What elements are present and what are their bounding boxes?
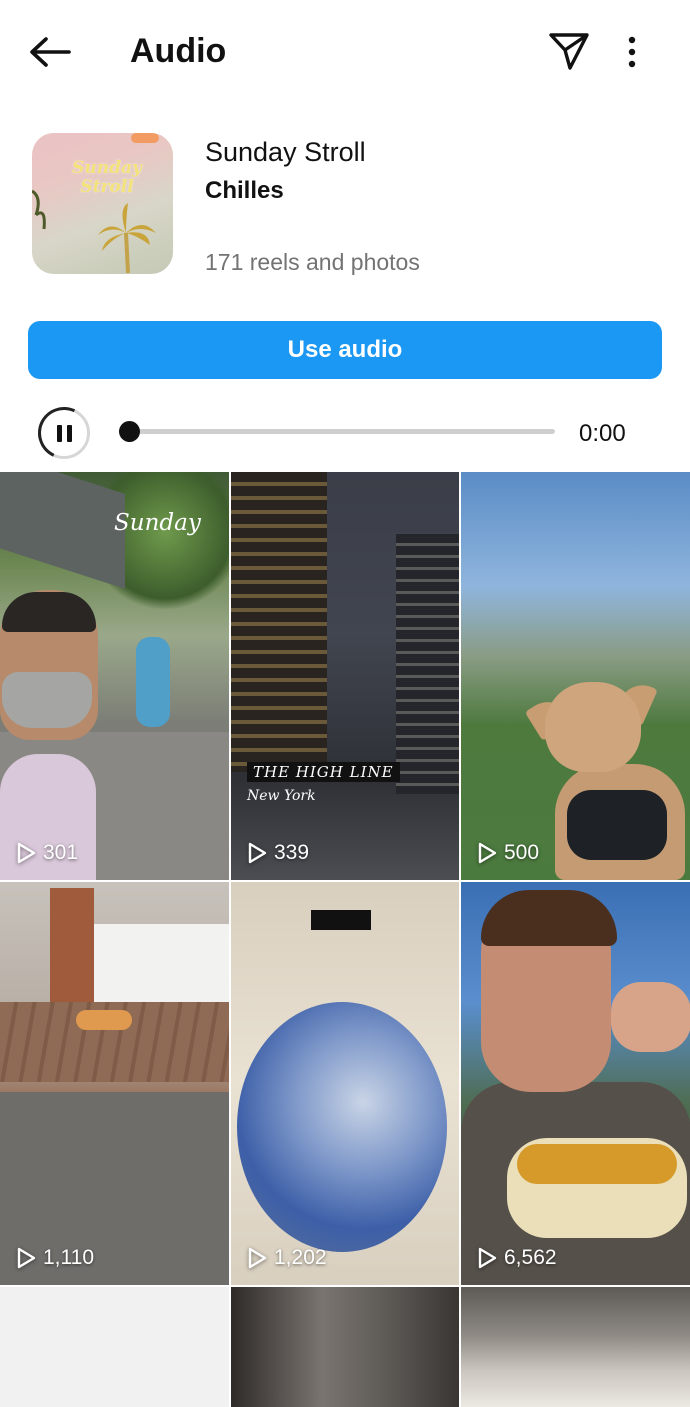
reel-tile[interactable]: 1,202 [231, 882, 459, 1285]
reel-tile[interactable] [231, 1287, 459, 1407]
reel-subcaption: New York [247, 788, 316, 804]
track-title: Sunday Stroll [205, 137, 366, 167]
album-cover: Sunday Stroll [32, 133, 173, 274]
play-icon [17, 842, 36, 864]
audio-scrubber-track[interactable] [129, 429, 555, 434]
view-count-value: 500 [504, 841, 540, 864]
palm-tree-illustration [32, 189, 156, 274]
use-audio-button[interactable]: Use audio [28, 321, 662, 379]
view-count: 1,110 [16, 1245, 94, 1271]
reel-tile[interactable] [0, 1287, 229, 1407]
back-button[interactable] [26, 30, 74, 74]
paper-plane-icon [549, 33, 589, 70]
play-icon [478, 1247, 497, 1269]
playback-time: 0:00 [579, 420, 626, 447]
more-options-button[interactable] [616, 30, 648, 74]
reel-tile[interactable]: Sunday 301 [0, 472, 229, 880]
view-count-value: 301 [43, 841, 79, 864]
view-count: 500 [477, 840, 539, 866]
play-icon [248, 1247, 267, 1269]
play-icon [478, 842, 497, 864]
track-usage-count: 171 reels and photos [205, 249, 420, 275]
view-count-value: 6,562 [504, 1246, 557, 1269]
play-icon [248, 842, 267, 864]
reel-tile[interactable]: 6,562 [461, 882, 690, 1285]
view-count: 1,202 [247, 1245, 327, 1271]
reel-overlay-text: Sunday [114, 510, 201, 536]
view-count: 6,562 [477, 1245, 557, 1271]
reel-tile[interactable] [461, 1287, 690, 1407]
reel-tile[interactable]: THE HIGH LINE New York 339 [231, 472, 459, 880]
app-header: Audio [0, 0, 690, 104]
view-count: 301 [16, 840, 78, 866]
reel-tile[interactable]: 1,110 [0, 882, 229, 1285]
view-count: 339 [247, 840, 309, 866]
page-title: Audio [130, 32, 227, 70]
share-button[interactable] [546, 28, 592, 74]
reel-tile[interactable]: 500 [461, 472, 690, 880]
more-vertical-icon [628, 36, 636, 68]
reel-caption: THE HIGH LINE [247, 762, 400, 782]
pause-button[interactable] [30, 399, 98, 467]
play-icon [17, 1247, 36, 1269]
arrow-left-icon [30, 37, 71, 67]
playback-progress-ring [30, 399, 98, 467]
audio-scrubber-thumb[interactable] [119, 421, 140, 442]
view-count-value: 1,110 [43, 1246, 94, 1269]
view-count-value: 339 [274, 841, 310, 864]
track-artist[interactable]: Chilles [205, 174, 284, 208]
view-count-value: 1,202 [274, 1246, 327, 1269]
